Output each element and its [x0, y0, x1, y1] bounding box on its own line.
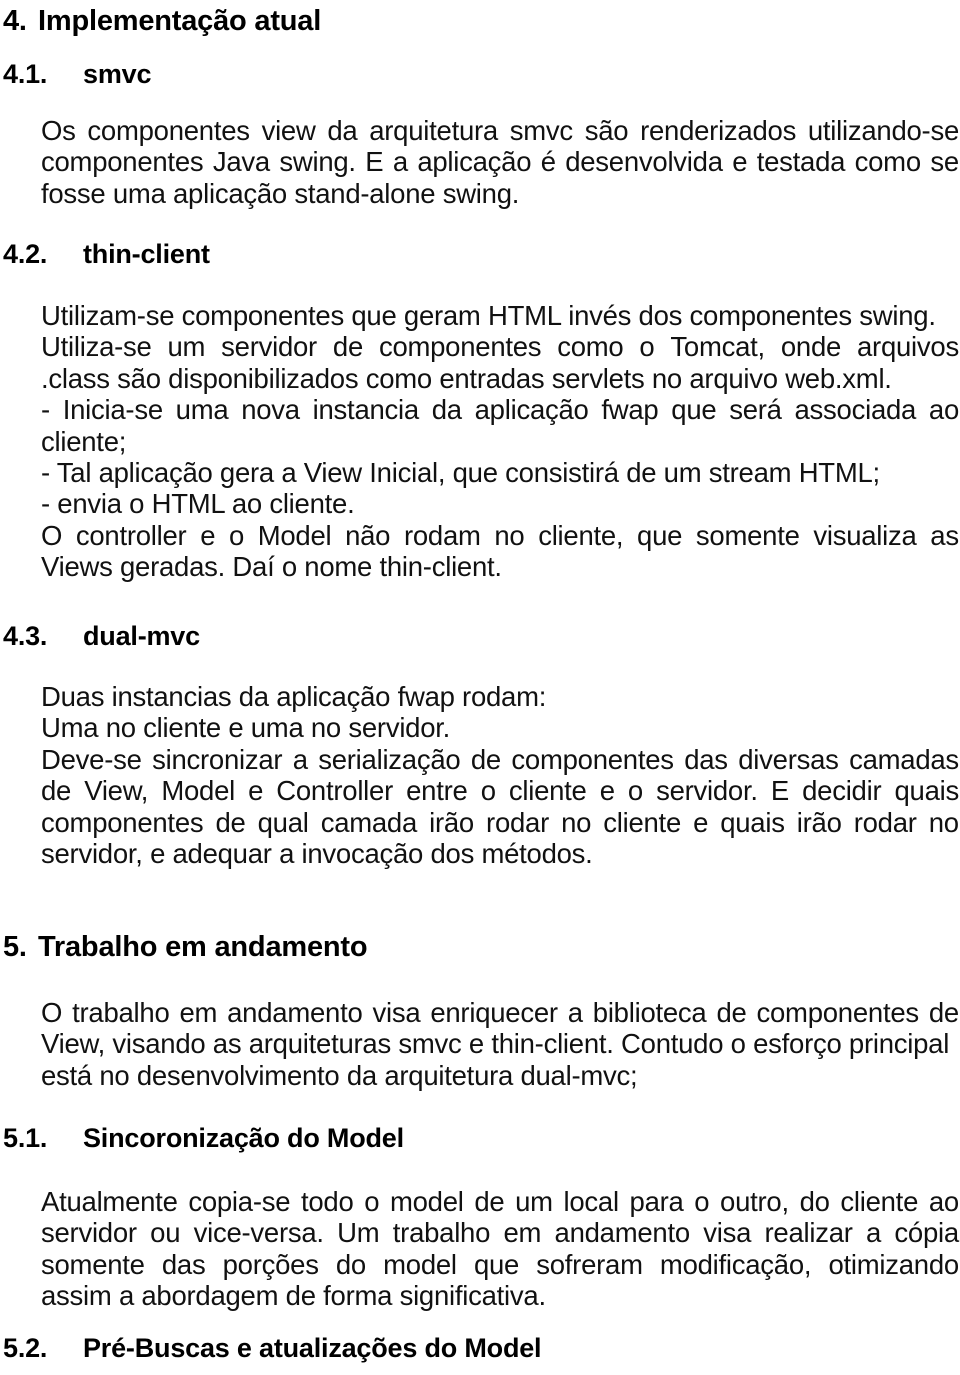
document-page: 4. Implementação atual 4.1. smvc Os compo…: [0, 0, 960, 1375]
heading-4-1-number: 4.1.: [3, 59, 48, 89]
text-line: cliente;: [41, 425, 127, 457]
heading-5-2: 5.2. Pré-Buscas e atualizações do Model: [3, 1332, 542, 1364]
heading-4-3-number: 4.3.: [3, 621, 48, 651]
text-line: View, visando as arquiteturas smvc e thi…: [41, 1028, 950, 1060]
text-line: fosse uma aplicação stand-alone swing.: [41, 177, 520, 209]
text-line: Os componentes view da arquitetura smvc são ren…: [41, 115, 959, 146]
text-line: - envia o HTML ao cliente.: [41, 488, 355, 520]
heading-5: 5. Trabalho em andamento: [3, 930, 368, 964]
text-line: .class são disponibilizados como entrada…: [41, 362, 892, 394]
text-line: Atualmente copia-se todo o model de um local par…: [41, 1186, 959, 1217]
text-line: Otrabalho em andamento visa enriquecer a bibli…: [41, 997, 959, 1028]
text-line: componentes Java swing. Ea aplicação é desenvo…: [41, 146, 959, 178]
text-line: Utilizam-se componentes que geram HTML i…: [41, 300, 936, 331]
heading-4: 4. Implementação atual: [3, 4, 321, 38]
text-line: componentes de qual camada irão rodar no client…: [41, 806, 959, 838]
text-line: está no desenvolvimento da arquitetura d…: [41, 1059, 638, 1091]
paragraph-5: Otrabalho em andamento visa enriquecer a bibli…: [41, 997, 959, 1091]
heading-5-2-title: Pré-Buscas e atualizações do Model: [83, 1333, 542, 1363]
text-line: Deve-se sincronizar a serialização de compone…: [41, 743, 959, 775]
text-line: - Inicia-se uma nova instancia da aplicação fwa…: [41, 394, 959, 426]
text-line: servidor, e adequar a invocação dos méto…: [41, 837, 593, 869]
heading-5-2-number: 5.2.: [3, 1333, 48, 1363]
heading-4-3: 4.3. dual-mvc: [3, 620, 200, 652]
heading-4-3-title: dual-mvc: [83, 621, 200, 651]
text-line: Views geradas. Daí o nome thin-client.: [41, 551, 502, 583]
heading-5-number: 5.: [3, 931, 27, 963]
heading-5-1: 5.1. Sincoronização do Model: [3, 1122, 404, 1154]
heading-4-title: Implementação atual: [38, 5, 322, 37]
paragraph-4-3: Duas instancias da aplicação fwap rodam:…: [41, 681, 959, 869]
paragraph-4-2: Utilizam-se componentes que geram HTML i…: [41, 300, 959, 583]
text-line: Utiliza-se um servidor de componentes como o To…: [41, 331, 959, 363]
text-line: Ocontroller e o Model não rodam no cliente, que s…: [41, 519, 959, 551]
text-line: - Tal aplicação gera a View Inicial, que…: [41, 456, 880, 488]
heading-4-1: 4.1. smvc: [3, 58, 151, 90]
text-line: somente das porções do model que sofreram modif…: [41, 1248, 959, 1280]
heading-5-title: Trabalho em andamento: [38, 931, 368, 963]
text-line: assim a abordagem de forma significativa…: [41, 1280, 546, 1312]
heading-5-1-title: Sincoronização do Model: [83, 1123, 404, 1153]
text-line: Uma no cliente e uma no servidor.: [41, 712, 451, 744]
heading-4-2-title: thin-client: [83, 239, 210, 269]
paragraph-4-1: Os componentes view da arquitetura smvc são ren…: [41, 115, 959, 209]
text-line: Duas instancias da aplicação fwap rodam:: [41, 681, 547, 712]
heading-4-1-title: smvc: [83, 59, 152, 89]
paragraph-5-1: Atualmente copia-se todo o model de um local par…: [41, 1186, 959, 1312]
text-line: servidor ou vice-versa. Um trabalho em andamen…: [41, 1217, 959, 1249]
heading-5-1-number: 5.1.: [3, 1123, 48, 1153]
heading-4-number: 4.: [3, 5, 27, 37]
text-line: de View, Model e Controller entre o cliente e o se…: [41, 775, 959, 807]
heading-4-2-number: 4.2.: [3, 239, 48, 269]
heading-4-2: 4.2. thin-client: [3, 238, 210, 270]
